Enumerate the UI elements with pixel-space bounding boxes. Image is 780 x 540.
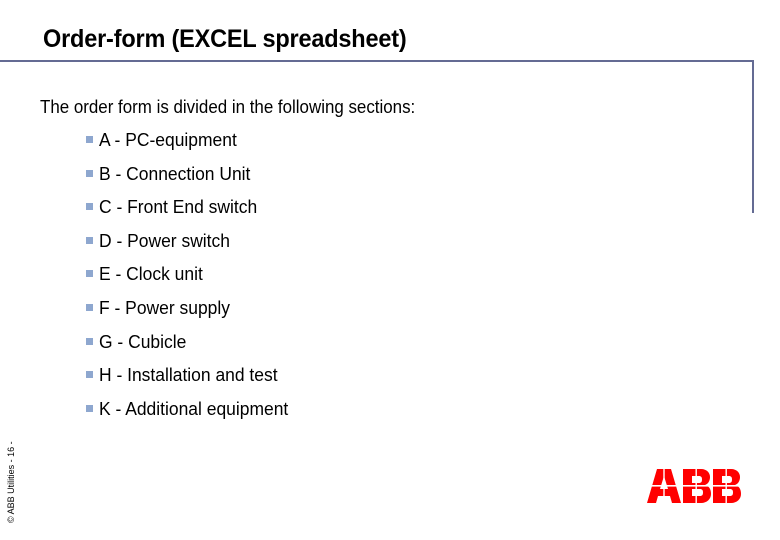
section-list: A - PC-equipment B - Connection Unit C -… — [86, 129, 294, 431]
section-label: F - Power supply — [99, 297, 230, 318]
slide-title: Order-form (EXCEL spreadsheet) — [43, 25, 407, 53]
intro-text: The order form is divided in the followi… — [40, 97, 416, 117]
section-label: A - PC-equipment — [99, 130, 237, 150]
list-item: D - Power switch — [86, 230, 294, 264]
copyright-footer: © ABB Utilities - 16 - — [6, 441, 16, 523]
frame-right-line — [752, 60, 754, 213]
section-label: G - Cubicle — [99, 331, 187, 352]
square-bullet-icon — [86, 337, 93, 345]
list-item: E - Clock unit — [86, 263, 294, 297]
square-bullet-icon — [86, 270, 93, 278]
square-bullet-icon — [86, 203, 93, 211]
list-item: C - Front End switch — [86, 196, 294, 230]
list-item: F - Power supply — [86, 297, 294, 331]
list-item: B - Connection Unit — [86, 163, 294, 197]
section-label: E - Clock unit — [99, 264, 203, 285]
square-bullet-icon — [86, 169, 93, 177]
list-item: H - Installation and test — [86, 364, 294, 398]
section-label: B - Connection Unit — [99, 163, 251, 184]
square-bullet-icon — [86, 136, 93, 143]
list-item: G - Cubicle — [86, 331, 294, 365]
title-divider-line — [0, 60, 754, 62]
section-label: D - Power switch — [99, 230, 230, 251]
abb-logo-icon — [647, 469, 741, 503]
square-bullet-icon — [86, 236, 93, 244]
section-label: C - Front End switch — [99, 197, 258, 218]
square-bullet-icon — [86, 404, 93, 412]
list-item: K - Additional equipment — [86, 398, 294, 432]
section-label: K - Additional equipment — [99, 398, 289, 419]
square-bullet-icon — [86, 371, 93, 379]
list-item: A - PC-equipment — [86, 129, 294, 163]
square-bullet-icon — [86, 303, 93, 311]
section-label: H - Installation and test — [99, 365, 278, 386]
